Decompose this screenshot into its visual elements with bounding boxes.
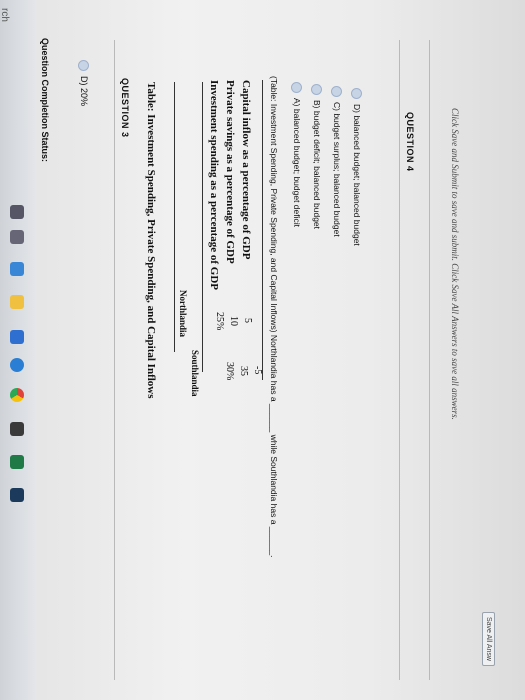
table-bottom-rule: [262, 80, 263, 380]
col-header-northlandia: Northlandia: [178, 290, 188, 338]
question-4-heading: QUESTION 4: [405, 112, 415, 172]
option-label: B) budget deficit; balanced budget: [312, 100, 322, 230]
table-cell-northlandia: 5: [242, 318, 253, 323]
col-header-southlandia: Southlandia: [190, 350, 200, 397]
option-b[interactable]: B) budget deficit; balanced budget: [310, 84, 322, 230]
completion-status-label[interactable]: Question Completion Status:: [40, 38, 50, 162]
table-top-rule: [174, 82, 175, 352]
photo-screen: rch Question Completion Status: D) 20% Q…: [0, 0, 525, 700]
radio-button[interactable]: [77, 60, 89, 71]
table-header-rule: [202, 82, 203, 372]
radio-button[interactable]: [290, 82, 302, 93]
footer-divider: [429, 40, 430, 680]
save-all-answers-button[interactable]: Save All Answ: [482, 612, 495, 666]
table-row-label: Capital inflow as a percentage of GDP: [240, 80, 252, 260]
radio-button[interactable]: [330, 86, 342, 97]
option-a[interactable]: A) balanced budget; budget deficit: [290, 82, 302, 228]
section-divider: [399, 40, 400, 680]
option-label: D) 20%: [79, 76, 89, 107]
footer-instruction: Click Save and Submit to save and submit…: [450, 108, 460, 420]
table-cell-northlandia: 10: [228, 316, 239, 326]
option-d[interactable]: D) balanced budget; balanced budget: [350, 88, 362, 246]
question-3-heading: QUESTION 3: [120, 78, 130, 138]
prev-question-option-d[interactable]: D) 20%: [77, 60, 89, 107]
table-title: Table: Investment Spending, Private Spen…: [145, 82, 157, 399]
option-label: C) budget surplus; balanced budget: [332, 102, 342, 237]
section-divider: [114, 40, 115, 680]
table-cell-northlandia: 25%: [214, 312, 225, 331]
question-3-prompt: (Table: Investment Spending, Private Spe…: [269, 76, 279, 558]
option-label: A) balanced budget; budget deficit: [292, 98, 302, 228]
option-c[interactable]: C) budget surplus; balanced budget: [330, 86, 342, 237]
option-label: D) balanced budget; balanced budget: [352, 104, 362, 246]
table-cell-southlandia: 35: [238, 366, 249, 376]
radio-button[interactable]: [350, 88, 362, 99]
rotated-page: Question Completion Status: D) 20% QUEST…: [0, 0, 525, 700]
radio-button[interactable]: [310, 84, 322, 95]
table-row-label: Private savings as a percentage of GDP: [224, 80, 236, 264]
table-cell-southlandia: 30%: [224, 362, 235, 381]
table-row-label: Investment spending as a percentage of G…: [208, 80, 220, 291]
